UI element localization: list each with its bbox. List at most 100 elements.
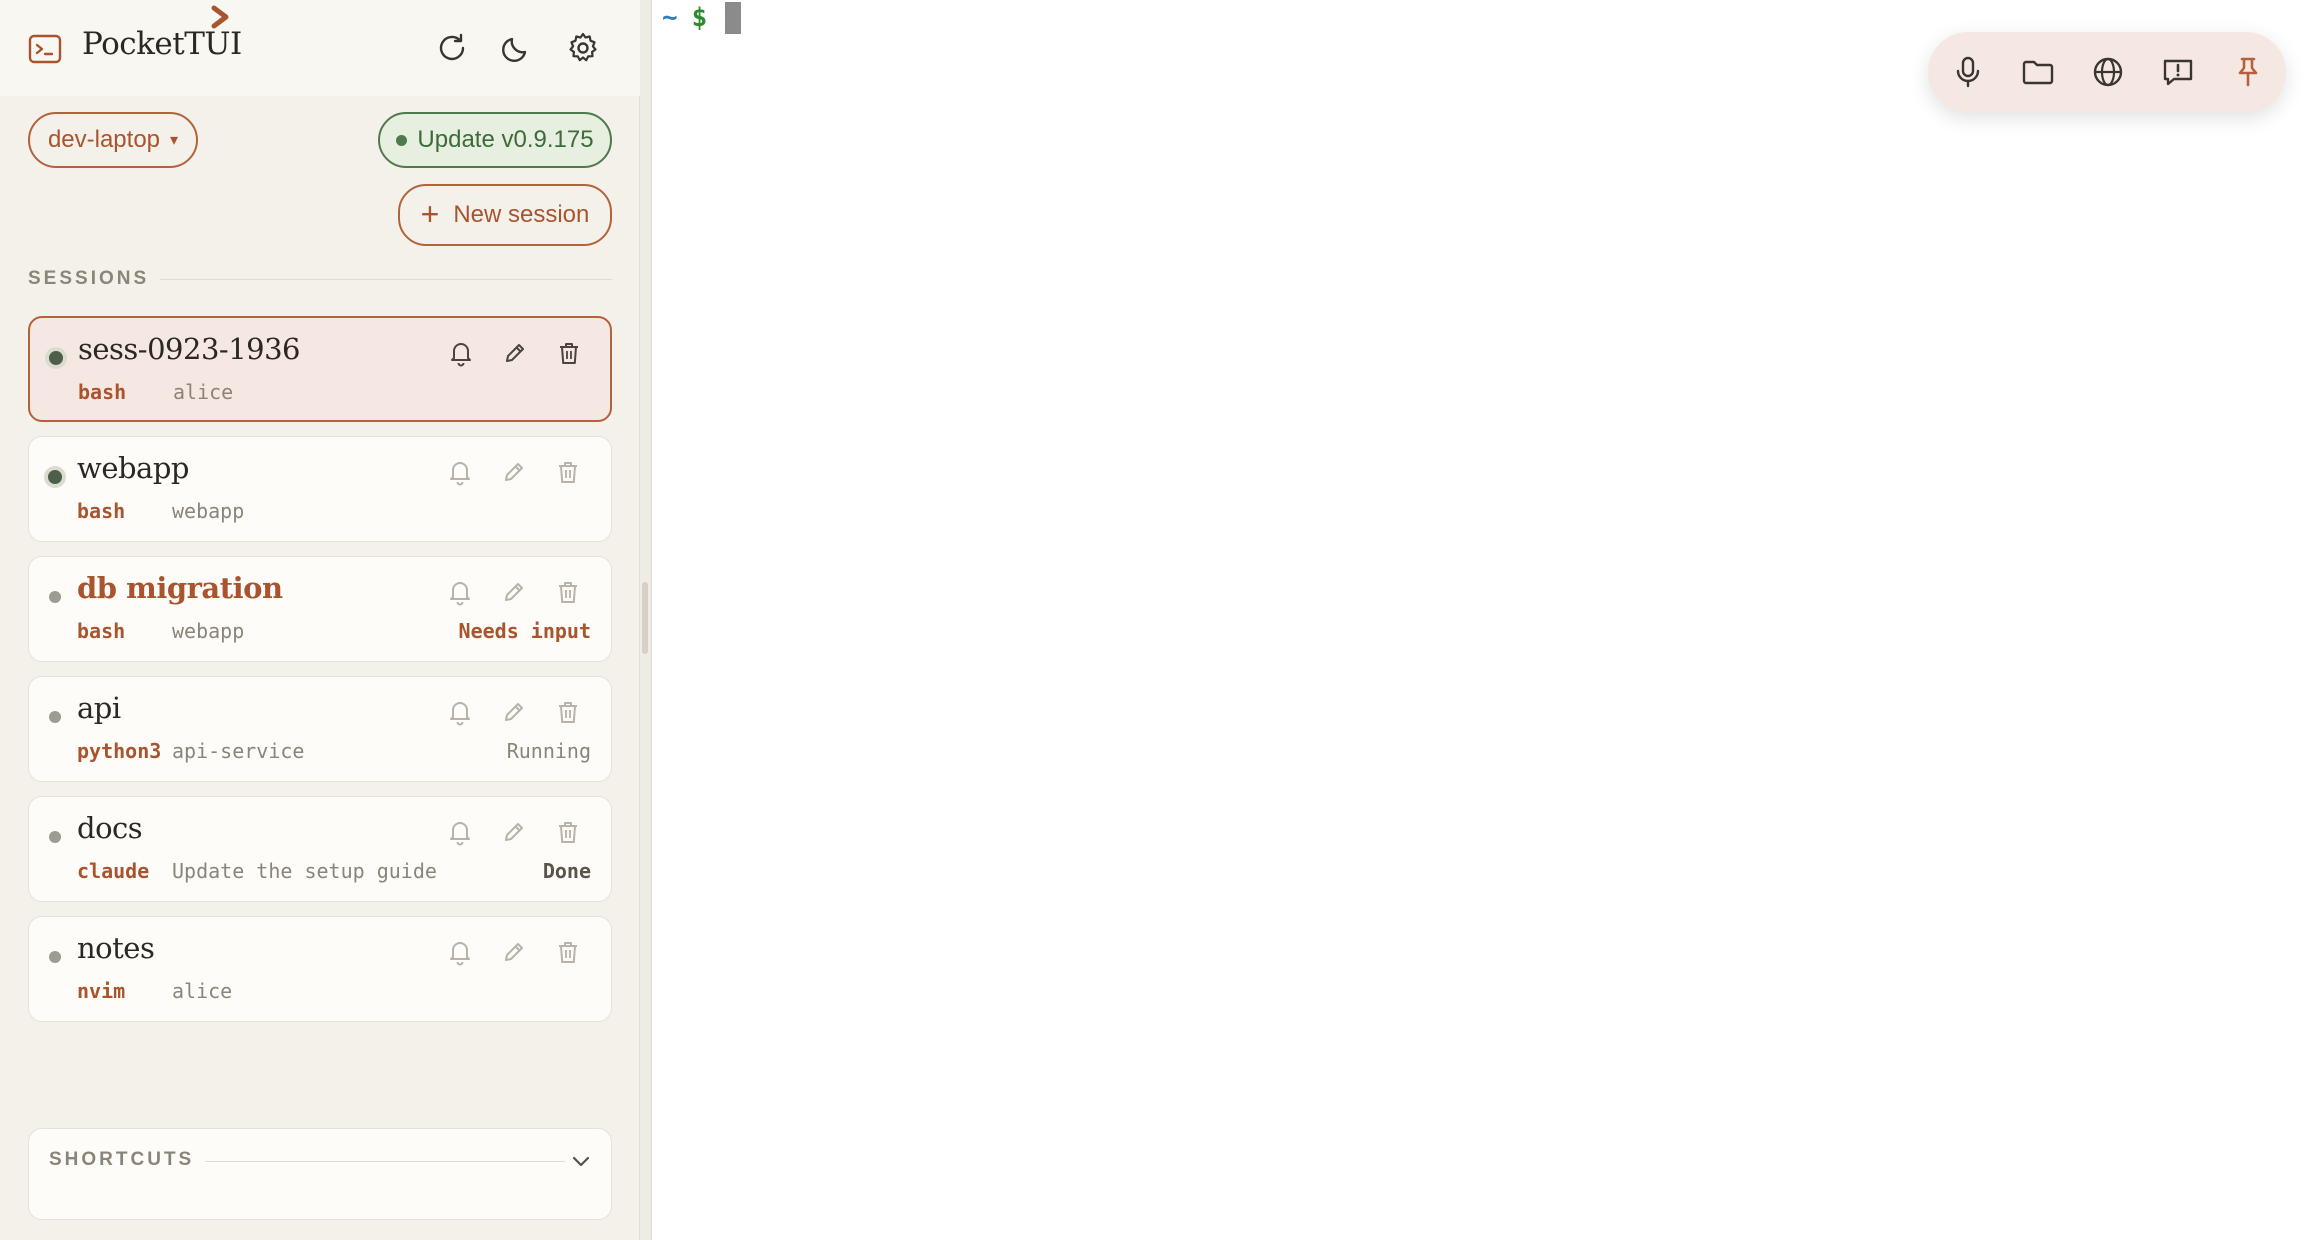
session-name: api — [77, 691, 121, 725]
bell-icon — [450, 462, 470, 486]
delete-button[interactable] — [553, 577, 583, 607]
terminal-icon — [28, 34, 62, 64]
session-status-dot — [49, 591, 61, 603]
prompt-path: ~ — [662, 3, 678, 33]
pencil-icon — [506, 344, 524, 362]
session-command: bash — [77, 619, 126, 643]
session-directory: api-service — [172, 739, 305, 763]
rename-button[interactable] — [499, 457, 529, 487]
notify-button[interactable] — [445, 577, 475, 607]
rename-button[interactable] — [499, 697, 529, 727]
pencil-icon — [505, 463, 523, 481]
files-button[interactable] — [2018, 52, 2058, 92]
session-card[interactable]: docs claude Update the setup guide Done — [28, 796, 612, 902]
plus-icon: + — [420, 196, 440, 232]
terminal-prompt[interactable]: ~ $ — [662, 2, 742, 34]
new-session-label: New session — [453, 201, 590, 228]
delete-button[interactable] — [553, 937, 583, 967]
settings-button[interactable] — [563, 28, 603, 68]
pin-button[interactable] — [2228, 52, 2268, 92]
trash-icon — [559, 942, 577, 963]
rename-button[interactable] — [499, 817, 529, 847]
trash-icon — [559, 462, 577, 483]
feedback-icon — [2163, 59, 2193, 86]
delete-button[interactable] — [553, 697, 583, 727]
floating-toolbar — [1928, 32, 2286, 112]
feedback-button[interactable] — [2158, 52, 2198, 92]
pin-icon — [2238, 57, 2258, 87]
session-command: bash — [78, 380, 127, 404]
folder-icon — [2022, 60, 2054, 85]
pencil-icon — [505, 583, 523, 601]
session-status-dot — [49, 951, 61, 963]
update-label: Update v0.9.175 — [417, 126, 594, 153]
notify-button[interactable] — [446, 338, 476, 368]
theme-toggle-button[interactable] — [497, 28, 537, 68]
shortcuts-heading: SHORTCUTS — [49, 1149, 195, 1170]
prompt-symbol: $ — [691, 3, 708, 33]
session-directory: webapp — [172, 619, 245, 643]
notify-button[interactable] — [445, 697, 475, 727]
rename-button[interactable] — [499, 577, 529, 607]
pencil-icon — [505, 943, 523, 961]
session-name: docs — [77, 811, 143, 845]
session-status-dot — [49, 351, 63, 365]
session-status: Running — [506, 739, 591, 763]
session-command: python3 — [77, 739, 162, 763]
resize-grip[interactable] — [642, 582, 648, 654]
session-status: Needs input — [458, 619, 591, 643]
session-card[interactable]: notes nvim alice — [28, 916, 612, 1022]
sidebar-header: PocketTUI — [0, 0, 640, 96]
rename-button[interactable] — [499, 937, 529, 967]
bell-icon — [451, 343, 471, 367]
chevron-down-icon: ▾ — [170, 132, 179, 149]
session-status-dot — [49, 711, 61, 723]
host-selector[interactable]: dev-laptop ▾ — [28, 112, 198, 168]
voice-input-button[interactable] — [1948, 52, 1988, 92]
pencil-icon — [505, 823, 523, 841]
session-card[interactable]: db migration bash webapp Needs input — [28, 556, 612, 662]
trash-icon — [559, 822, 577, 843]
bell-icon — [450, 822, 470, 846]
session-card[interactable]: sess-0923-1936 bash alice — [28, 316, 612, 422]
moon-icon — [502, 37, 527, 62]
sidebar: PocketTUI dev-laptop ▾ Update v0.9.175 +… — [0, 0, 640, 1240]
session-directory: webapp — [172, 499, 245, 523]
delete-button[interactable] — [553, 817, 583, 847]
refresh-button[interactable] — [432, 28, 472, 68]
notify-button[interactable] — [445, 457, 475, 487]
microphone-icon — [1956, 56, 1980, 88]
trash-icon — [559, 702, 577, 723]
refresh-icon — [439, 33, 465, 61]
session-status-dot — [48, 470, 62, 484]
bell-icon — [450, 582, 470, 606]
session-card[interactable]: webapp bash webapp — [28, 436, 612, 542]
delete-button[interactable] — [553, 457, 583, 487]
session-directory: alice — [172, 979, 233, 1003]
session-card[interactable]: api python3 api-service Running — [28, 676, 612, 782]
chevron-down-icon[interactable] — [565, 1145, 597, 1177]
rename-button[interactable] — [500, 338, 530, 368]
session-status-dot — [49, 831, 61, 843]
trash-icon — [560, 343, 578, 364]
app-title: PocketTUI — [82, 26, 242, 62]
update-button[interactable]: Update v0.9.175 — [378, 112, 612, 168]
session-name: notes — [77, 931, 155, 965]
host-label: dev-laptop — [47, 126, 161, 153]
delete-button[interactable] — [554, 338, 584, 368]
terminal-cursor — [725, 2, 742, 34]
bell-icon — [450, 702, 470, 726]
panel-resize-handle[interactable] — [640, 0, 652, 1240]
bell-icon — [450, 942, 470, 966]
session-command: bash — [77, 499, 126, 523]
notify-button[interactable] — [445, 937, 475, 967]
sessions-heading: SESSIONS — [28, 268, 150, 289]
shortcuts-panel[interactable]: SHORTCUTS — [28, 1128, 612, 1220]
session-command: nvim — [77, 979, 126, 1003]
sessions-divider — [160, 279, 612, 280]
globe-icon — [2093, 57, 2123, 87]
notify-button[interactable] — [445, 817, 475, 847]
new-session-button[interactable]: + New session — [398, 184, 612, 246]
browser-button[interactable] — [2088, 52, 2128, 92]
update-status-dot — [396, 134, 408, 146]
